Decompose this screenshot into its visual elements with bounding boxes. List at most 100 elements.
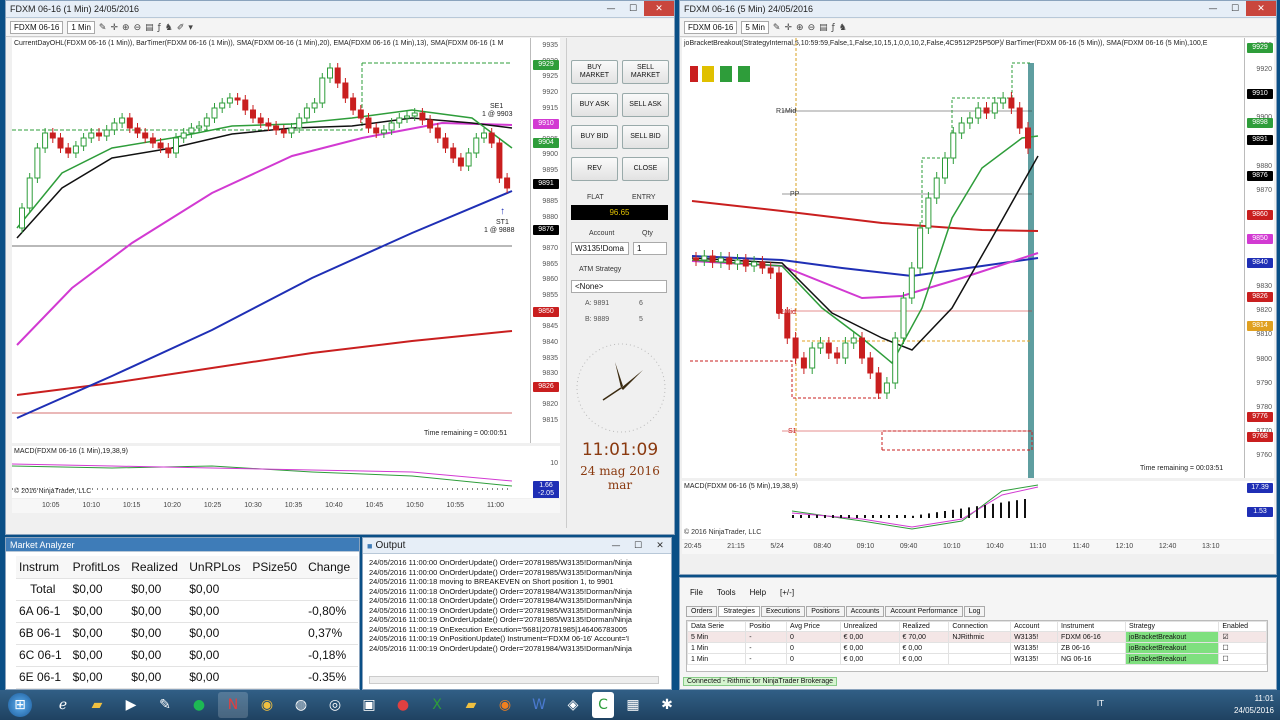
browser-icon[interactable]: ◍ xyxy=(286,692,316,718)
indicator-icon[interactable]: ƒ xyxy=(832,23,835,33)
enabled-checkbox[interactable]: ☐ xyxy=(1218,642,1267,654)
tab-accounts[interactable]: Accounts xyxy=(845,606,885,617)
menu-item[interactable]: File xyxy=(690,588,703,597)
column-header[interactable]: PSize50 xyxy=(249,556,306,579)
right-price-chart[interactable]: joBracketBreakout(StrategyInternal,5,10:… xyxy=(682,38,1274,478)
buy-bid-button[interactable]: BUY BID xyxy=(571,125,618,149)
atm-strategy-selector[interactable]: <None> xyxy=(571,280,667,293)
column-header[interactable]: ProfitLos xyxy=(69,556,129,579)
zoom-out-icon[interactable]: ⊖ xyxy=(134,23,142,33)
column-header[interactable]: Change xyxy=(305,556,358,579)
column-header[interactable]: Strategy xyxy=(1124,621,1220,632)
app-icon[interactable]: ▣ xyxy=(354,692,384,718)
properties-icon[interactable]: ▤ xyxy=(819,23,828,33)
minimize-icon[interactable]: — xyxy=(1202,1,1224,16)
column-header[interactable]: Data Serie xyxy=(687,621,747,632)
clock-date-tray[interactable]: 24/05/2016 xyxy=(1234,705,1274,717)
right-chart-titlebar[interactable]: FDXM 06-16 (5 Min) 24/05/2016 — ☐ ✕ xyxy=(680,1,1276,18)
column-header[interactable]: Unrealized xyxy=(839,621,900,632)
sell-market-button[interactable]: SELL MARKET xyxy=(622,60,669,84)
table-row[interactable]: 5 Min -0 € 0,00 € 70,00 NJRithmic W3135! FDXM … xyxy=(687,631,1267,643)
chrome-icon[interactable]: ◉ xyxy=(252,692,282,718)
output-titlebar[interactable]: ■ Output — ☐ ✕ xyxy=(363,538,671,554)
left-time-axis[interactable]: 10:05 10:10 10:15 10:20 10:25 10:30 10:35 10:40… xyxy=(12,499,560,513)
close-icon[interactable]: ✕ xyxy=(1246,1,1276,16)
excel-icon[interactable]: X xyxy=(422,692,452,718)
table-row[interactable]: 6C 06-1 $0,00 $0,00 $0,00 -0,18% xyxy=(16,644,358,667)
enabled-checkbox[interactable]: ☑ xyxy=(1218,631,1267,643)
instrument-selector[interactable]: FDXM 06-16 xyxy=(684,21,738,34)
cube-icon[interactable]: ◈ xyxy=(558,692,588,718)
crosshair-icon[interactable]: ✛ xyxy=(110,23,118,33)
drawing-tools-icon[interactable]: ✐ xyxy=(177,23,185,33)
folder-icon[interactable]: ▰ xyxy=(456,692,486,718)
sell-bid-button[interactable]: SELL BID xyxy=(622,125,669,149)
interval-selector[interactable]: 1 Min xyxy=(67,21,95,34)
properties-icon[interactable]: ▤ xyxy=(145,23,154,33)
terminal-icon[interactable]: C xyxy=(592,692,614,718)
media-player-icon[interactable]: ▶ xyxy=(116,692,146,718)
maximize-icon[interactable]: ☐ xyxy=(622,1,644,16)
firefox-icon[interactable]: ◉ xyxy=(490,692,520,718)
sell-ask-button[interactable]: SELL ASK xyxy=(622,93,669,117)
minimize-icon[interactable]: — xyxy=(605,538,627,553)
minimize-icon[interactable]: — xyxy=(600,1,622,16)
instrument-selector[interactable]: FDXM 06-16 xyxy=(10,21,64,34)
spotify-icon[interactable]: ● xyxy=(184,692,214,718)
language-indicator[interactable]: IT xyxy=(1097,698,1104,710)
market-analyzer-titlebar[interactable]: Market Analyzer xyxy=(6,538,359,552)
column-header[interactable]: Connection xyxy=(948,621,1012,632)
table-row[interactable]: 1 Min -0 € 0,00 € 0,00 W3135! NG 06-16 joBrack… xyxy=(687,653,1267,665)
menu-item[interactable]: Tools xyxy=(717,588,736,597)
zoom-in-icon[interactable]: ⊕ xyxy=(122,23,130,33)
close-position-button[interactable]: CLOSE xyxy=(622,157,669,181)
column-header[interactable]: Avg Price xyxy=(786,621,841,632)
right-price-axis[interactable]: 9930992099109900989098809870986098509840… xyxy=(1244,38,1274,478)
menu-item[interactable]: Help xyxy=(750,588,766,597)
internet-explorer-icon[interactable]: ℯ xyxy=(48,692,78,718)
left-macd-panel[interactable]: MACD(FDXM 06-16 (1 Min),19,38,9) 10 1.66… xyxy=(12,446,560,498)
table-row[interactable]: 6A 06-1 $0,00 $0,00 $0,00 -0,80% xyxy=(16,600,358,623)
maximize-icon[interactable]: ☐ xyxy=(1224,1,1246,16)
column-header[interactable]: Instrum xyxy=(16,556,70,579)
enabled-checkbox[interactable]: ☐ xyxy=(1218,653,1267,665)
column-header[interactable]: Enabled xyxy=(1218,621,1267,632)
output-scrollbar[interactable] xyxy=(369,676,659,684)
pencil-icon[interactable]: ✎ xyxy=(773,23,781,33)
close-icon[interactable]: ✕ xyxy=(649,538,671,553)
account-selector[interactable]: W3135!Doma xyxy=(571,242,629,255)
output-log[interactable]: 24/05/2016 11:00:00 OnOrderUpdate() Orde… xyxy=(369,558,659,668)
strategy-icon[interactable]: ♞ xyxy=(839,23,847,33)
tab-account-performance[interactable]: Account Performance xyxy=(885,606,963,617)
reverse-button[interactable]: REV xyxy=(571,157,618,181)
left-chart-titlebar[interactable]: FDXM 06-16 (1 Min) 24/05/2016 — ☐ ✕ xyxy=(6,1,674,18)
maximize-icon[interactable]: ☐ xyxy=(627,538,649,553)
menu-item[interactable]: [+/-] xyxy=(780,588,794,597)
table-row[interactable]: Total $0,00 $0,00 $0,00 xyxy=(16,578,358,601)
globe-icon[interactable]: ◎ xyxy=(320,692,350,718)
tab-orders[interactable]: Orders xyxy=(686,606,718,617)
left-price-axis[interactable]: 9935993099259920991599109905990098959890… xyxy=(530,38,560,443)
ninjatrader-icon[interactable]: N xyxy=(218,692,248,718)
dropdown-icon[interactable]: ▾ xyxy=(188,23,193,33)
column-header[interactable]: UnRPLos xyxy=(186,556,250,579)
buy-market-button[interactable]: BUY MARKET xyxy=(571,60,618,84)
buy-ask-button[interactable]: BUY ASK xyxy=(571,93,618,117)
tab-positions[interactable]: Positions xyxy=(806,606,845,617)
column-header[interactable]: Account xyxy=(1010,621,1059,632)
strategy-icon[interactable]: ♞ xyxy=(165,23,173,33)
media-icon[interactable]: ● xyxy=(388,692,418,718)
right-macd-panel[interactable]: MACD(FDXM 06-16 (5 Min),19,38,9) 17.39 1… xyxy=(682,481,1274,539)
network-icon[interactable]: ✱ xyxy=(652,692,682,718)
interval-selector[interactable]: 5 Min xyxy=(741,21,769,34)
column-header[interactable]: Instrument xyxy=(1057,621,1126,632)
table-row[interactable]: 6E 06-1 $0,00 $0,00 $0,00 -0.35% xyxy=(16,666,358,689)
word-icon[interactable]: W xyxy=(524,692,554,718)
quantity-stepper[interactable]: 1 xyxy=(633,242,667,255)
left-price-chart[interactable]: CurrentDayOHL(FDXM 06-16 (1 Min)), BarTi… xyxy=(12,38,560,443)
zoom-out-icon[interactable]: ⊖ xyxy=(808,23,816,33)
remote-icon[interactable]: ▦ xyxy=(618,692,648,718)
clock-time-tray[interactable]: 11:01 xyxy=(1234,693,1274,705)
indicator-icon[interactable]: ƒ xyxy=(158,23,161,33)
table-row[interactable]: 1 Min -0 € 0,00 € 0,00 W3135! ZB 06-16 joBrack… xyxy=(687,642,1267,654)
